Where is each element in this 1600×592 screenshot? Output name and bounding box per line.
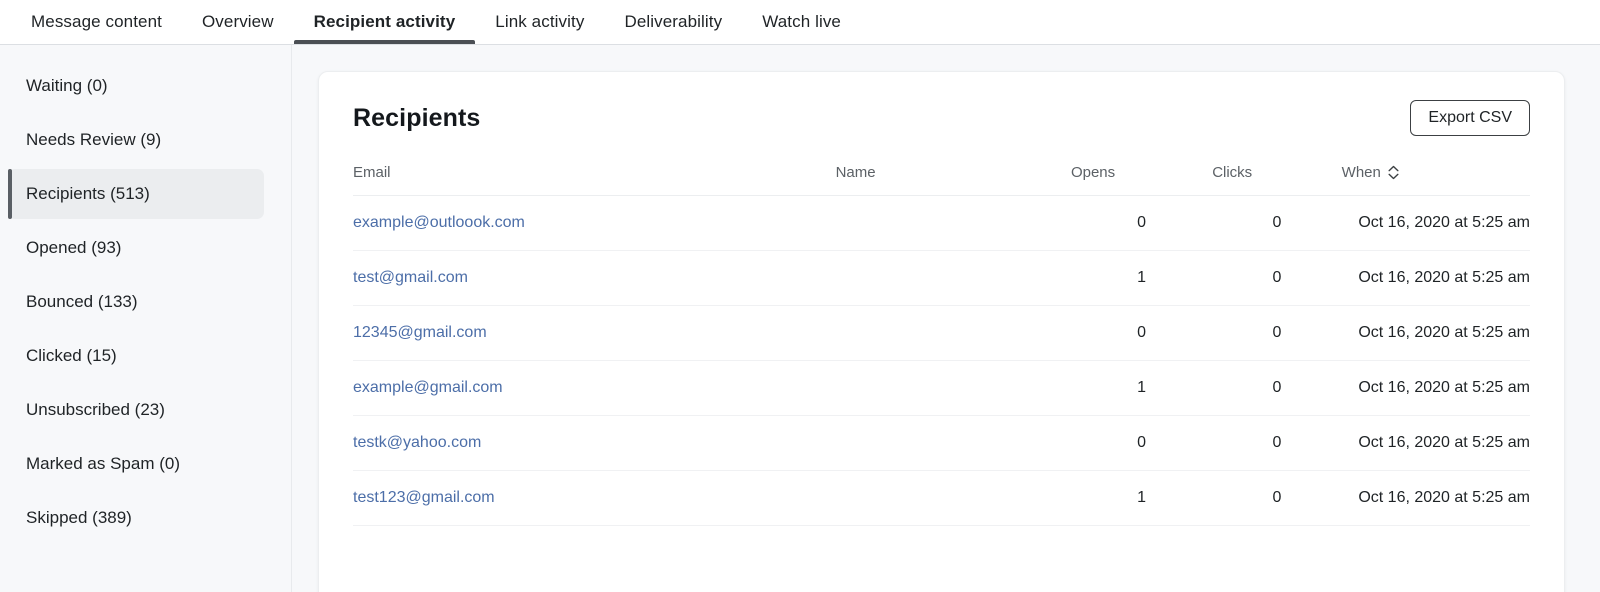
cell-when: Oct 16, 2020 at 5:25 am — [1341, 470, 1530, 526]
cell-when: Oct 16, 2020 at 5:25 am — [1341, 195, 1530, 251]
cell-opens: 1 — [1070, 470, 1213, 526]
recipients-card: Recipients Export CSV Email Name Opens C… — [318, 71, 1565, 592]
sidebar-item-unsubscribed[interactable]: Unsubscribed (23) — [8, 385, 264, 435]
table-row: example@outloook.com 0 0 Oct 16, 2020 at 5:… — [353, 195, 1530, 251]
sidebar-item-label: Clicked (15) — [26, 346, 117, 365]
tab-message-content[interactable]: Message content — [11, 0, 182, 44]
tab-deliverability[interactable]: Deliverability — [604, 0, 742, 44]
cell-email: testk@yahoo.com — [353, 415, 836, 471]
cell-when: Oct 16, 2020 at 5:25 am — [1341, 250, 1530, 306]
cell-email: test@gmail.com — [353, 250, 836, 306]
recipient-email-link[interactable]: testk@yahoo.com — [353, 434, 481, 451]
tab-watch-live[interactable]: Watch live — [742, 0, 861, 44]
table-row: example@gmail.com 1 0 Oct 16, 2020 at 5:25 … — [353, 360, 1530, 416]
recipient-email-link[interactable]: example@outloook.com — [353, 214, 525, 231]
cell-name — [835, 305, 1071, 361]
sidebar-item-label: Needs Review (9) — [26, 130, 162, 149]
sidebar-item-marked-as-spam[interactable]: Marked as Spam (0) — [8, 439, 264, 489]
cell-clicks: 0 — [1212, 470, 1342, 526]
cell-opens: 0 — [1070, 195, 1213, 251]
cell-when: Oct 16, 2020 at 5:25 am — [1341, 360, 1530, 416]
cell-email: test123@gmail.com — [353, 470, 836, 526]
cell-opens: 0 — [1070, 415, 1213, 471]
sidebar-item-label: Waiting (0) — [26, 76, 108, 95]
sidebar-item-label: Opened (93) — [26, 238, 122, 257]
card-header: Recipients Export CSV — [353, 72, 1530, 142]
cell-clicks: 0 — [1212, 360, 1342, 416]
column-header-email[interactable]: Email — [353, 164, 836, 196]
tab-overview[interactable]: Overview — [182, 0, 294, 44]
tab-recipient-activity[interactable]: Recipient activity — [293, 0, 476, 44]
cell-opens: 0 — [1070, 305, 1213, 361]
sidebar-item-label: Marked as Spam (0) — [26, 454, 180, 473]
column-header-opens[interactable]: Opens — [1070, 164, 1213, 196]
cell-name — [835, 250, 1071, 306]
sidebar-item-opened[interactable]: Opened (93) — [8, 223, 264, 273]
tab-label: Deliverability — [624, 12, 723, 31]
active-tab-underline — [293, 40, 476, 44]
table-row: 12345@gmail.com 0 0 Oct 16, 2020 at 5:25 am — [353, 305, 1530, 361]
tab-bar: Message content Overview Recipient activit… — [0, 0, 1600, 45]
tab-label: Link activity — [495, 12, 585, 31]
table-row: test@gmail.com 1 0 Oct 16, 2020 at 5:25 am — [353, 250, 1530, 306]
export-csv-button[interactable]: Export CSV — [1410, 100, 1530, 136]
cell-when: Oct 16, 2020 at 5:25 am — [1341, 415, 1530, 471]
tab-link-activity[interactable]: Link activity — [475, 0, 604, 44]
sidebar-item-needs-review[interactable]: Needs Review (9) — [8, 115, 264, 165]
sidebar-item-label: Skipped (389) — [26, 508, 132, 527]
cell-name — [835, 360, 1071, 416]
recipient-email-link[interactable]: 12345@gmail.com — [353, 324, 487, 341]
recipient-email-link[interactable]: example@gmail.com — [353, 379, 503, 396]
cell-name — [835, 470, 1071, 526]
page-body: Waiting (0) Needs Review (9) Recipients (5… — [0, 45, 1600, 592]
tab-label: Watch live — [762, 12, 841, 31]
sidebar-item-label: Recipients (513) — [26, 184, 150, 203]
cell-opens: 1 — [1070, 250, 1213, 306]
main-content: Recipients Export CSV Email Name Opens C… — [292, 45, 1600, 592]
column-header-when[interactable]: When — [1342, 164, 1399, 181]
cell-name — [835, 415, 1071, 471]
table-row: test123@gmail.com 1 0 Oct 16, 2020 at 5:25 … — [353, 470, 1530, 526]
sidebar-item-label: Bounced (133) — [26, 292, 138, 311]
sidebar-selection-indicator — [8, 169, 12, 219]
cell-opens: 1 — [1070, 360, 1213, 416]
recipient-email-link[interactable]: test@gmail.com — [353, 269, 468, 286]
sidebar-item-skipped[interactable]: Skipped (389) — [8, 493, 264, 543]
column-header-clicks[interactable]: Clicks — [1212, 164, 1342, 196]
tab-label: Overview — [201, 12, 274, 31]
cell-name — [835, 195, 1071, 251]
table-body: example@outloook.com 0 0 Oct 16, 2020 at 5:… — [353, 195, 1530, 526]
cell-email: 12345@gmail.com — [353, 305, 836, 361]
cell-email: example@outloook.com — [353, 195, 836, 251]
recipients-table: Email Name Opens Clicks When example@out… — [353, 164, 1530, 526]
table-header-row: Email Name Opens Clicks When — [353, 164, 1530, 196]
sidebar-item-recipients[interactable]: Recipients (513) — [8, 169, 264, 219]
tab-label: Recipient activity — [313, 12, 456, 31]
sidebar: Waiting (0) Needs Review (9) Recipients (5… — [0, 45, 292, 592]
column-header-when-cell: When — [1341, 164, 1530, 196]
tab-label: Message content — [31, 12, 162, 31]
table-row: testk@yahoo.com 0 0 Oct 16, 2020 at 5:25 am — [353, 415, 1530, 471]
cell-clicks: 0 — [1212, 305, 1342, 361]
cell-clicks: 0 — [1212, 195, 1342, 251]
recipient-email-link[interactable]: test123@gmail.com — [353, 489, 495, 506]
sidebar-item-bounced[interactable]: Bounced (133) — [8, 277, 264, 327]
column-header-when-label: When — [1341, 164, 1381, 181]
cell-when: Oct 16, 2020 at 5:25 am — [1341, 305, 1530, 361]
cell-email: example@gmail.com — [353, 360, 836, 416]
sidebar-item-label: Unsubscribed (23) — [26, 400, 165, 419]
sort-updown-icon[interactable] — [1388, 165, 1399, 180]
cell-clicks: 0 — [1212, 250, 1342, 306]
column-header-name[interactable]: Name — [835, 164, 1071, 196]
table-header: Email Name Opens Clicks When — [353, 164, 1530, 196]
sidebar-item-clicked[interactable]: Clicked (15) — [8, 331, 264, 381]
sidebar-item-waiting[interactable]: Waiting (0) — [8, 61, 264, 111]
cell-clicks: 0 — [1212, 415, 1342, 471]
page-title: Recipients — [353, 103, 481, 132]
